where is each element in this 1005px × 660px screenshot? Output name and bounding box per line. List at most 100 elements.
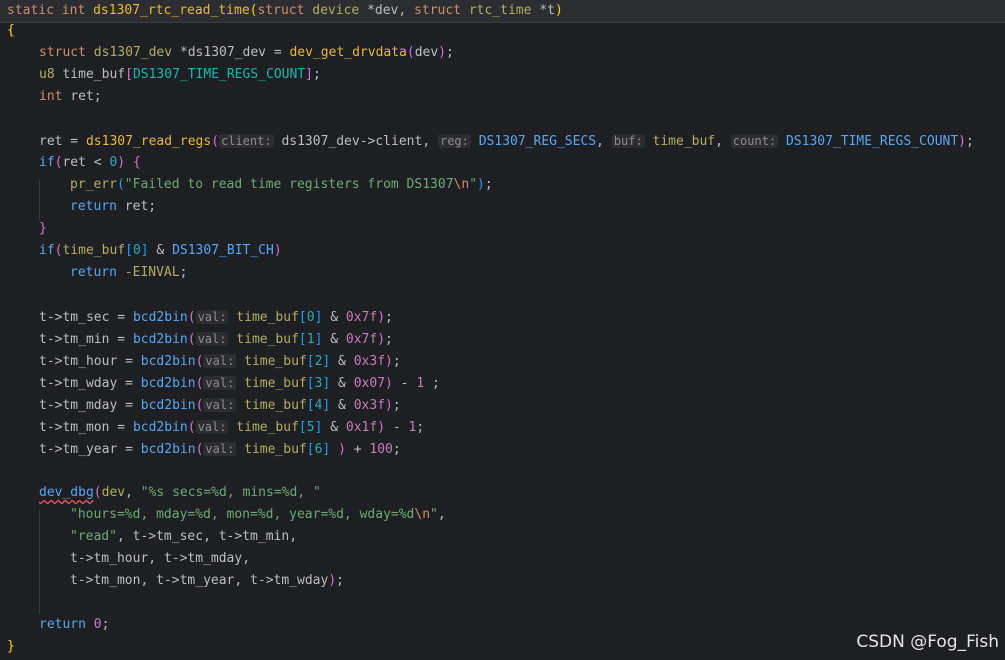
field-access: t->tm_mday <box>163 551 243 566</box>
code-line[interactable]: { <box>0 20 1005 42</box>
number-literal: 1 <box>416 376 425 391</box>
operator: = <box>62 134 86 149</box>
keyword: return <box>70 265 117 280</box>
param-hint: val: <box>203 376 237 390</box>
type-name: u8 <box>39 67 55 82</box>
macro: DS1307_TIME_REGS_COUNT <box>132 67 306 82</box>
code-line[interactable]: t->tm_min = bcd2bin(val: time_buf[1] & 0… <box>0 328 1005 350</box>
macro: -EINVAL <box>124 265 180 280</box>
param-hint: val: <box>195 310 229 324</box>
code-line[interactable]: struct ds1307_dev *ds1307_dev = dev_get_… <box>0 42 1005 64</box>
function-call: bcd2bin <box>140 354 196 369</box>
keyword: static <box>7 3 54 18</box>
argument: ds1307_dev->client <box>281 134 423 149</box>
param-hint: val: <box>203 354 237 368</box>
open-brace: { <box>7 23 15 38</box>
code-line[interactable]: t->tm_mday = bcd2bin(val: time_buf[4] & … <box>0 394 1005 416</box>
code-line[interactable]: t->tm_hour = bcd2bin(val: time_buf[2] & … <box>0 350 1005 372</box>
variable: ret <box>62 155 86 170</box>
param-hint: val: <box>195 332 229 346</box>
code-line[interactable]: if(ret < 0) { <box>0 152 1005 174</box>
field-access: t->tm_sec <box>39 310 110 325</box>
code-line[interactable]: return 0; <box>0 614 1005 636</box>
operator: - <box>385 420 409 435</box>
code-line[interactable]: u8 time_buf[DS1307_TIME_REGS_COUNT]; <box>0 64 1005 86</box>
keyword: struct <box>414 3 462 18</box>
variable: time_buf <box>244 442 307 457</box>
field-access: t->tm_min <box>39 332 110 347</box>
argument: dev <box>101 485 126 500</box>
number-literal: 0x7f <box>345 310 378 325</box>
variable: time_buf <box>244 354 307 369</box>
operator: - <box>392 376 417 391</box>
code-line[interactable]: "hours=%d, mday=%d, mon=%d, year=%d, wda… <box>0 504 1005 526</box>
type-name: device <box>312 3 360 18</box>
code-line[interactable]: t->tm_wday = bcd2bin(val: time_buf[3] & … <box>0 372 1005 394</box>
code-line[interactable]: t->tm_mon, t->tm_year, t->tm_wday); <box>0 570 1005 592</box>
string-literal: "Failed to read time registers from DS13… <box>124 177 454 192</box>
escape-sequence: \n <box>414 507 431 522</box>
code-line[interactable]: "read", t->tm_sec, t->tm_min, <box>0 526 1005 548</box>
number-literal: 0x07 <box>353 376 386 391</box>
code-line[interactable]: t->tm_sec = bcd2bin(val: time_buf[0] & 0… <box>0 306 1005 328</box>
keyword: return <box>39 617 86 632</box>
keyword: int <box>39 89 63 104</box>
param-hint: client: <box>219 134 274 148</box>
variable: time_buf <box>62 67 126 82</box>
field-access: t->tm_hour <box>39 354 118 369</box>
variable: *ds1307_dev <box>179 45 266 60</box>
variable: time_buf <box>236 420 299 435</box>
keyword: if <box>39 243 55 258</box>
number-literal: 0x7f <box>345 332 378 347</box>
field-access: t->tm_sec <box>132 529 204 544</box>
operator: = <box>266 45 290 60</box>
param: *t <box>539 3 555 18</box>
code-line[interactable]: } <box>0 636 1005 658</box>
code-line[interactable]: t->tm_hour, t->tm_mday, <box>0 548 1005 570</box>
field-access: t->tm_min <box>218 529 290 544</box>
variable: ret <box>39 134 63 149</box>
field-access: t->tm_wday <box>250 573 329 588</box>
code-line[interactable]: return -EINVAL; <box>0 262 1005 284</box>
field-access: t->tm_hour <box>70 551 149 566</box>
code-editor[interactable]: static int ds1307_rtc_read_time(struct d… <box>0 0 1005 660</box>
param: *dev <box>367 3 399 18</box>
variable: time_buf <box>236 332 299 347</box>
close-brace: } <box>39 221 47 236</box>
code-line[interactable]: ret = ds1307_read_regs(client: ds1307_de… <box>0 130 1005 152</box>
operator: & <box>148 243 173 258</box>
number-literal: 5 <box>306 420 315 435</box>
code-line[interactable]: } <box>0 218 1005 240</box>
field-access: t->tm_wday <box>39 376 118 391</box>
function-call: dev_get_drvdata <box>289 45 407 60</box>
code-line[interactable]: t->tm_mon = bcd2bin(val: time_buf[5] & 0… <box>0 416 1005 438</box>
type-name: rtc_time <box>468 3 532 18</box>
param-hint: val: <box>203 442 237 456</box>
keyword: return <box>70 199 117 214</box>
code-line[interactable]: t->tm_year = bcd2bin(val: time_buf[6] ) … <box>0 438 1005 460</box>
function-call: bcd2bin <box>132 420 188 435</box>
function-call: bcd2bin <box>132 332 188 347</box>
param-hint: reg: <box>437 134 471 148</box>
function-call: dev_dbg <box>39 485 94 500</box>
field-access: t->tm_mon <box>70 573 141 588</box>
code-line[interactable]: return ret; <box>0 196 1005 218</box>
semicolon: ; <box>416 420 425 435</box>
operator: + <box>345 442 370 457</box>
argument: time_buf <box>652 134 716 149</box>
macro: DS1307_TIME_REGS_COUNT <box>785 134 959 149</box>
keyword: if <box>39 155 55 170</box>
param-hint: val: <box>203 398 237 412</box>
code-line[interactable]: pr_err("Failed to read time registers fr… <box>0 174 1005 196</box>
function-call: ds1307_read_regs <box>85 134 212 149</box>
function-call: bcd2bin <box>140 398 196 413</box>
code-line[interactable]: if(time_buf[0] & DS1307_BIT_CH) <box>0 240 1005 262</box>
variable: time_buf <box>62 243 126 258</box>
field-access: t->tm_mday <box>39 398 118 413</box>
function-call: bcd2bin <box>132 310 188 325</box>
function-call: pr_err <box>70 177 117 192</box>
code-line[interactable]: int ret; <box>0 86 1005 108</box>
code-line[interactable]: dev_dbg(dev, "%s secs=%d, mins=%d, " <box>0 482 1005 504</box>
number-literal: 0 <box>306 310 315 325</box>
number-literal: 0x3f <box>353 354 386 369</box>
